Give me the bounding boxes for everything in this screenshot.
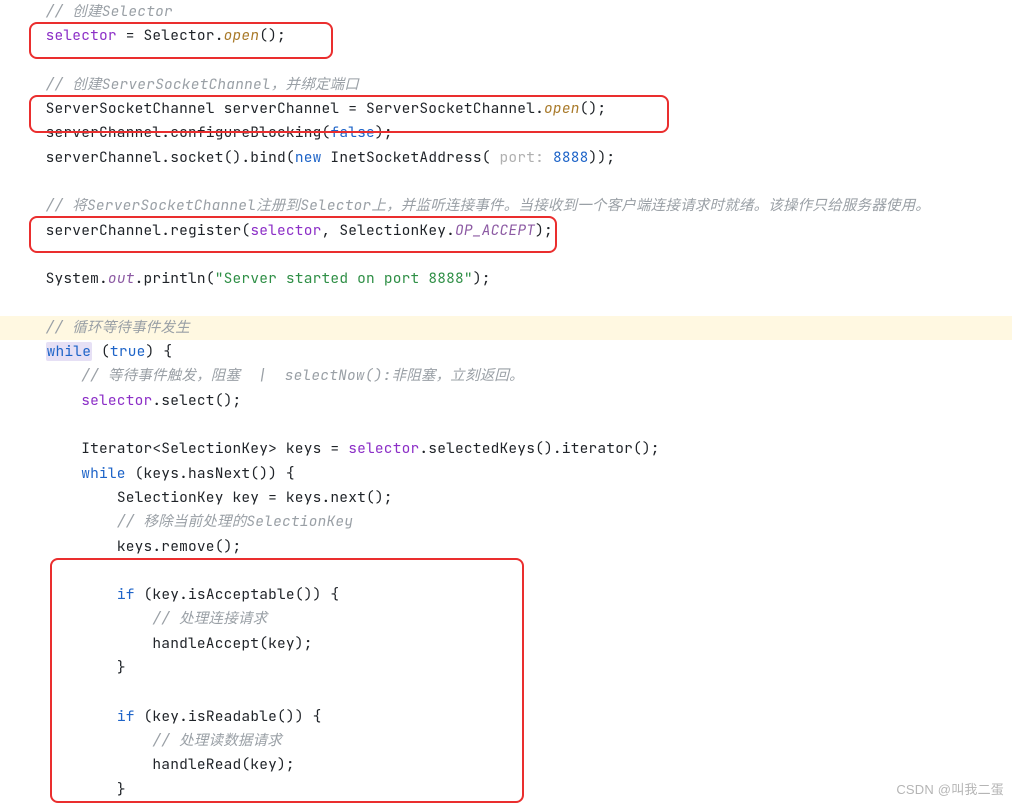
comment: // 循环等待事件发生 (46, 318, 190, 337)
method-open: open (544, 99, 580, 118)
code-block: // 创建Selector selector = Selector.open()… (0, 0, 1012, 802)
comment: // 创建Selector (46, 2, 173, 21)
text: .println( (135, 269, 215, 288)
text: serverChannel.socket().bind( (46, 148, 295, 167)
ident-out: out (108, 269, 135, 288)
kw-while: while (46, 342, 93, 361)
kw-false: false (330, 123, 375, 142)
param-hint: port: (491, 148, 553, 167)
text: )); (589, 148, 616, 167)
text: ); (375, 123, 393, 142)
text: (); (580, 99, 607, 118)
string: "Server started on port 8888" (215, 269, 473, 288)
method-open: open (224, 26, 260, 45)
kw-new: new (295, 148, 322, 167)
text: ) { (146, 342, 173, 361)
text: serverChannel.configureBlocking( (46, 123, 331, 142)
text: .select(); (152, 391, 241, 410)
text: = Selector. (117, 26, 224, 45)
comment: // 创建ServerSocketChannel，并绑定端口 (46, 75, 359, 94)
text: SelectionKey key = keys.next(); (117, 488, 393, 507)
text: Iterator<SelectionKey> keys = (81, 439, 348, 458)
comment: // 处理读数据请求 (152, 731, 282, 750)
text: ( (92, 342, 110, 361)
comment: // 移除当前处理的SelectionKey (117, 512, 353, 531)
text: (key.isReadable()) { (135, 707, 322, 726)
highlight-line: // 循环等待事件发生 (0, 316, 1012, 340)
text: keys.remove(); (117, 537, 242, 556)
ident-selector: selector (250, 221, 321, 240)
text: .selectedKeys().iterator(); (419, 439, 659, 458)
text: (); (259, 26, 286, 45)
ident-selector: selector (81, 391, 152, 410)
text: serverChannel.register( (46, 221, 251, 240)
text: System. (46, 269, 108, 288)
kw-if: if (117, 707, 135, 726)
comment: // 将ServerSocketChannel注册到Selector上，并监听连… (46, 196, 930, 215)
text: (keys.hasNext()) { (126, 464, 295, 483)
kw-true: true (110, 342, 146, 361)
text: handleAccept(key); (152, 634, 312, 653)
text: (key.isAcceptable()) { (135, 585, 340, 604)
watermark: CSDN @叫我二蛋 (896, 779, 1004, 798)
ident-selector: selector (348, 439, 419, 458)
text: ); (473, 269, 491, 288)
brace: } (117, 780, 126, 799)
number: 8888 (553, 148, 589, 167)
text: , SelectionKey. (322, 221, 456, 240)
text: ); (535, 221, 553, 240)
comment: // 处理连接请求 (152, 609, 267, 628)
kw-if: if (117, 585, 135, 604)
text: ServerSocketChannel serverChannel = Serv… (46, 99, 544, 118)
const-op-accept: OP_ACCEPT (455, 221, 535, 240)
brace: } (117, 658, 126, 677)
comment: // 等待事件触发，阻塞 | selectNow():非阻塞，立刻返回。 (81, 366, 524, 385)
text: InetSocketAddress( (322, 148, 491, 167)
ident-selector: selector (46, 26, 117, 45)
kw-while: while (81, 464, 126, 483)
text: handleRead(key); (152, 755, 294, 774)
